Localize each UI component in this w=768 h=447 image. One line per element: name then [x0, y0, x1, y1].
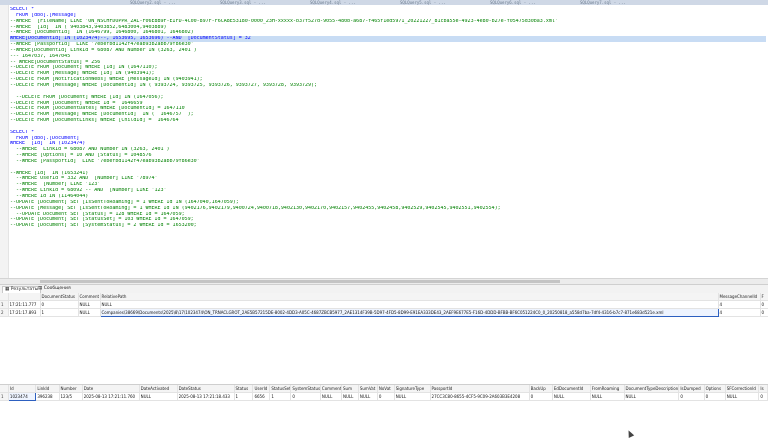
column-header[interactable]: F: [760, 293, 768, 301]
table-cell[interactable]: 396238: [35, 392, 60, 401]
table-cell[interactable]: 0: [760, 300, 768, 309]
column-header[interactable]: LinkId: [35, 385, 60, 393]
results-grid-message[interactable]: DocumentStatus Comment RelativePath Message…: [0, 293, 768, 383]
table-cell[interactable]: 0: [678, 392, 705, 401]
table-cell[interactable]: NULL: [100, 300, 719, 309]
row-number[interactable]: 2: [0, 308, 9, 317]
tab-results-label: Результаты: [10, 287, 39, 292]
table-cell[interactable]: NULL: [725, 392, 760, 401]
column-header[interactable]: DocumentStatus: [40, 293, 79, 301]
tab-messages-label: Сообщения: [43, 286, 71, 291]
table-cell[interactable]: 4: [718, 308, 761, 317]
document-row[interactable]: 1 1023474 396238 123/5 2025-08-13 17:21:11.7…: [0, 392, 768, 401]
tab-messages[interactable]: ▤ Сообщения: [36, 286, 73, 292]
column-header[interactable]: Number: [59, 385, 83, 393]
code-line: --UPDATE [Document] SET [SystemStatus] =…: [10, 223, 197, 229]
table-cell[interactable]: NULL: [320, 392, 343, 401]
table-cell[interactable]: Companies\38669\Documents\2025\8\17\1023…: [99, 308, 719, 317]
table-cell[interactable]: 27CC3C80-8655-4CF5-9C09-2A603B3E4208: [430, 392, 530, 401]
column-header[interactable]: NoVat: [377, 385, 395, 393]
table-cell[interactable]: NULL: [341, 392, 359, 401]
table-cell[interactable]: NULL: [394, 392, 431, 401]
column-header[interactable]: Comment: [78, 293, 101, 301]
table-cell[interactable]: 0: [290, 392, 321, 401]
column-header[interactable]: EdDocumentId: [552, 385, 591, 393]
column-header[interactable]: DocumentTypeDescription: [624, 385, 680, 393]
row-number[interactable]: 1: [0, 392, 9, 401]
column-header[interactable]: SFCorrectionId: [725, 385, 760, 393]
table-cell[interactable]: 2025-08-13 17:21:18.433: [177, 392, 235, 401]
column-header[interactable]: Date: [82, 385, 140, 393]
table-cell[interactable]: 0: [758, 392, 768, 401]
table-cell[interactable]: 0: [377, 392, 395, 401]
editor-gutter: [0, 5, 9, 283]
column-header[interactable]: RelativePath: [100, 293, 719, 301]
table-cell[interactable]: 1023474: [7, 392, 37, 401]
table-cell[interactable]: 0: [529, 392, 553, 401]
table-cell[interactable]: NULL: [590, 392, 625, 401]
column-header[interactable]: MessageChannelId: [718, 293, 761, 301]
table-cell[interactable]: NULL: [78, 308, 101, 317]
column-header[interactable]: [0, 385, 9, 393]
table-cell[interactable]: 1: [234, 392, 254, 401]
table-cell[interactable]: 0: [40, 300, 79, 309]
table-cell[interactable]: 4: [718, 300, 761, 309]
document-table: Id LinkId Number Date DateActivated DateStatu…: [0, 385, 768, 401]
column-header[interactable]: SumVat: [358, 385, 378, 393]
column-header[interactable]: SignatureType: [394, 385, 431, 393]
column-header[interactable]: IsDumped: [678, 385, 705, 393]
table-cell[interactable]: 17:21:11.777: [8, 300, 41, 309]
table-cell[interactable]: 0: [704, 392, 726, 401]
table-cell[interactable]: NULL: [139, 392, 178, 401]
table-cell[interactable]: 6656: [252, 392, 271, 401]
column-header[interactable]: [0, 293, 9, 301]
column-header[interactable]: [8, 293, 41, 301]
column-header[interactable]: DateStatus: [177, 385, 235, 393]
column-header[interactable]: PassportId: [430, 385, 530, 393]
column-header[interactable]: StatusSet: [269, 385, 292, 393]
column-header[interactable]: Sum: [341, 385, 359, 393]
column-header[interactable]: Comment: [320, 385, 343, 393]
query-editor[interactable]: SELECT * FROM [dbo].[Message] --WHERE [Fi…: [0, 5, 768, 283]
table-cell[interactable]: 1: [40, 308, 79, 317]
column-header[interactable]: Status: [234, 385, 254, 393]
table-cell[interactable]: 1: [269, 392, 292, 401]
column-header[interactable]: DateActivated: [139, 385, 178, 393]
column-header[interactable]: FromRoaming: [590, 385, 625, 393]
table-cell[interactable]: NULL: [358, 392, 378, 401]
table-cell[interactable]: NULL: [78, 300, 101, 309]
column-header[interactable]: UserId: [252, 385, 271, 393]
column-header[interactable]: Id: [8, 385, 37, 393]
scrollbar-thumb[interactable]: [40, 280, 560, 283]
message-table: DocumentStatus Comment RelativePath Message…: [0, 293, 768, 317]
table-cell[interactable]: 2025-08-13 17:21:11.760: [82, 392, 140, 401]
table-cell[interactable]: NULL: [552, 392, 591, 401]
message-row[interactable]: 1 17:21:11.777 0 NULL NULL 4 0: [0, 300, 768, 309]
column-header[interactable]: SystemStatus: [290, 385, 321, 393]
row-number[interactable]: 1: [0, 300, 9, 309]
results-grid-document[interactable]: Id LinkId Number Date DateActivated DateStatu…: [0, 384, 768, 447]
table-cell[interactable]: NULL: [624, 392, 680, 401]
code-lines[interactable]: SELECT * FROM [dbo].[Message] --WHERE [Fi…: [10, 7, 766, 229]
table-cell[interactable]: 123/5: [59, 392, 83, 401]
column-header[interactable]: Is: [758, 385, 768, 393]
table-cell[interactable]: 17:21:17.893: [8, 308, 41, 317]
column-header[interactable]: BackUp: [529, 385, 553, 393]
column-header[interactable]: Options: [704, 385, 726, 393]
table-cell[interactable]: 0: [760, 308, 768, 317]
message-row[interactable]: 2 17:21:17.893 1 NULL Companies\38669\Docume…: [0, 308, 768, 317]
